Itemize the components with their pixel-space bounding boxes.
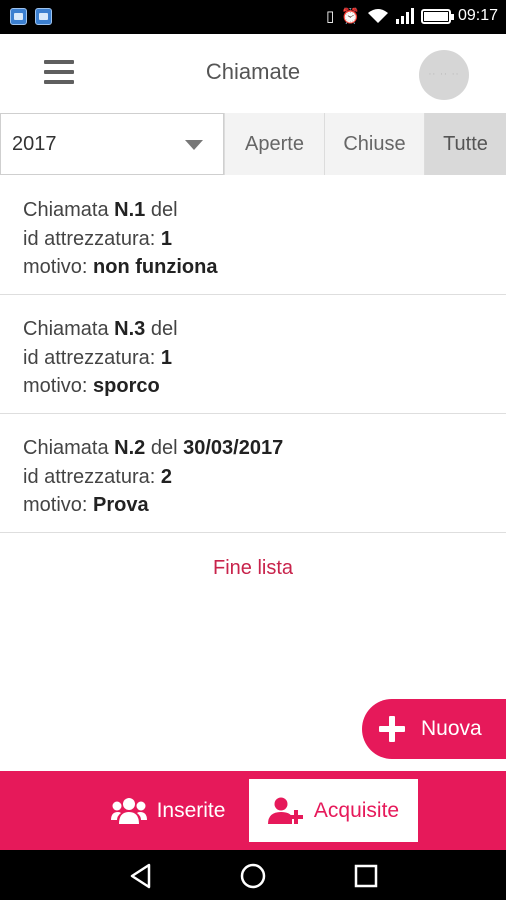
- plus-icon: [379, 716, 405, 742]
- year-value: 2017: [12, 133, 57, 155]
- clock: 09:17: [457, 7, 498, 24]
- gallery-app-icon: [35, 8, 52, 25]
- vibrate-icon: ▯: [326, 7, 335, 25]
- reason-value: sporco: [93, 375, 160, 397]
- call-title-line: Chiamata N.3 del: [23, 315, 506, 344]
- back-icon[interactable]: [128, 863, 154, 889]
- reason-label: motivo:: [23, 256, 88, 278]
- list-item[interactable]: Chiamata N.2 del 30/03/2017 id attrezzat…: [0, 414, 506, 533]
- photo-app-icon: [10, 8, 27, 25]
- reason-line: motivo: non funziona: [23, 253, 506, 282]
- wifi-icon: [367, 9, 388, 23]
- reason-line: motivo: Prova: [23, 491, 506, 520]
- status-bar: ▯ ⏰ 09:17: [0, 0, 506, 34]
- call-number: N.1: [114, 199, 146, 221]
- equipment-label: id attrezzatura:: [23, 227, 156, 250]
- home-icon[interactable]: [240, 863, 266, 889]
- reason-label: motivo:: [23, 375, 88, 397]
- equipment-label: id attrezzatura:: [23, 465, 156, 488]
- call-title-line: Chiamata N.1 del: [23, 196, 506, 225]
- tab-inserite-label: Inserite: [156, 798, 226, 822]
- tab-acquisite[interactable]: Acquisite: [249, 779, 418, 842]
- alarm-icon: ⏰: [341, 7, 360, 25]
- new-call-label: Nuova: [421, 717, 482, 740]
- new-call-button[interactable]: Nuova: [362, 699, 506, 759]
- reason-value: Prova: [93, 494, 149, 516]
- equipment-id: 1: [160, 227, 172, 250]
- equipment-line: id attrezzatura: 1: [23, 344, 506, 373]
- call-del: del: [150, 437, 178, 459]
- reason-label: motivo:: [23, 494, 88, 516]
- notification-icons: [10, 8, 52, 25]
- call-date: 30/03/2017: [183, 437, 284, 459]
- bottom-tab-bar: Inserite Acquisite: [0, 771, 506, 850]
- tab-acquisite-label: Acquisite: [313, 798, 400, 822]
- call-prefix: Chiamata: [23, 437, 109, 459]
- tab-aperte[interactable]: Aperte: [224, 113, 324, 175]
- add-user-icon: [267, 797, 303, 824]
- tab-tutte[interactable]: Tutte: [424, 113, 506, 175]
- list-item[interactable]: Chiamata N.3 del id attrezzatura: 1 moti…: [0, 295, 506, 414]
- reason-line: motivo: sporco: [23, 372, 506, 401]
- android-nav-bar: [0, 850, 506, 900]
- equipment-line: id attrezzatura: 1: [23, 225, 506, 254]
- group-users-icon: [110, 797, 147, 824]
- system-icons: ▯ ⏰ 09:17: [326, 6, 498, 26]
- call-del: del: [150, 199, 178, 221]
- tab-chiuse[interactable]: Chiuse: [324, 113, 424, 175]
- chevron-down-icon: [185, 140, 203, 150]
- calls-list: Chiamata N.1 del id attrezzatura: 1 moti…: [0, 176, 506, 580]
- equipment-id: 1: [160, 346, 172, 369]
- equipment-id: 2: [160, 465, 172, 488]
- list-item[interactable]: Chiamata N.1 del id attrezzatura: 1 moti…: [0, 176, 506, 295]
- equipment-label: id attrezzatura:: [23, 346, 156, 369]
- equipment-line: id attrezzatura: 2: [23, 463, 506, 492]
- signal-icon: [395, 8, 414, 24]
- app-header: Chiamate ·· ·· ··: [0, 34, 506, 114]
- reason-value: non funziona: [93, 256, 218, 278]
- call-prefix: Chiamata: [23, 199, 109, 221]
- call-title-line: Chiamata N.2 del 30/03/2017: [23, 434, 506, 463]
- call-number: N.3: [114, 318, 146, 340]
- battery-icon: [420, 8, 454, 24]
- call-number: N.2: [114, 437, 146, 459]
- call-del: del: [150, 318, 178, 340]
- tab-inserite[interactable]: Inserite: [88, 779, 248, 842]
- list-end-label: Fine lista: [212, 557, 294, 579]
- recent-apps-icon[interactable]: [354, 863, 378, 889]
- avatar[interactable]: ·· ·· ··: [419, 50, 469, 100]
- year-dropdown[interactable]: 2017: [0, 113, 224, 175]
- call-prefix: Chiamata: [23, 318, 109, 340]
- filter-bar: 2017 Aperte Chiuse Tutte: [0, 113, 506, 175]
